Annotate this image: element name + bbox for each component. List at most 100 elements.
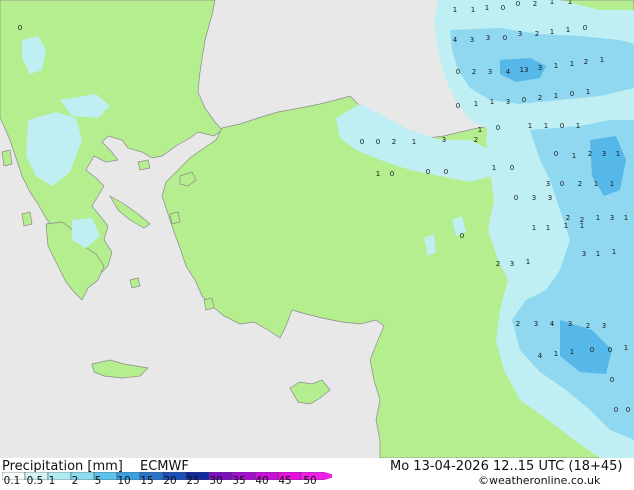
precip-value-label: 2 <box>578 180 582 188</box>
legend-tick-label: 0.1 <box>3 475 21 487</box>
precip-value-label: 2 <box>392 138 396 146</box>
valid-datetime: Mo 13-04-2026 12..15 UTC (18+45) <box>390 459 623 474</box>
precip-value-label: 1 <box>550 28 554 36</box>
precip-value-label: 3 <box>532 194 536 202</box>
precip-value-label: 1 <box>554 62 558 70</box>
precip-value-label: 3 <box>506 98 510 106</box>
precip-value-label: 2 <box>496 260 500 268</box>
precip-value-label: 0 <box>570 90 574 98</box>
precip-value-label: 1 <box>554 350 558 358</box>
precipitation-map: 1 1 1 0 0 2 1 1 4 3 3 0 3 2 1 1 0 0 2 3 4 13 3 1 1 2 1 0 1 1 3 0 2 1 0 1 1 0 1… <box>0 0 634 458</box>
precip-value-label: 1 <box>570 348 574 356</box>
precip-value-label: 4 <box>453 36 458 44</box>
precip-value-label: 1 <box>596 250 600 258</box>
precip-value-label: 1 <box>624 344 628 352</box>
precip-value-label: 1 <box>564 222 568 230</box>
precip-value-label: 4 <box>506 68 511 76</box>
precip-value-label: 13 <box>520 66 529 74</box>
legend-tick-label: 50 <box>303 475 317 487</box>
precip-value-label: 2 <box>516 320 520 328</box>
precip-value-label: 1 <box>526 258 530 266</box>
precip-value-label: 1 <box>554 92 558 100</box>
precip-value-label: 1 <box>616 150 620 158</box>
land-chios <box>169 211 181 225</box>
precip-value-label: 3 <box>538 64 542 72</box>
precip-value-label: 0 <box>444 168 448 176</box>
precip-value-label: 2 <box>586 322 590 330</box>
precip-value-label: 0 <box>614 406 618 414</box>
precip-value-label: 4 <box>538 352 543 360</box>
credit-text: ©weatheronline.co.uk <box>478 474 601 487</box>
precip-value-label: 1 <box>528 122 532 130</box>
precip-value-label: 1 <box>570 60 574 68</box>
precip-value-label: 1 <box>612 248 616 256</box>
precip-value-label: 2 <box>588 150 592 158</box>
precip-value-label: 1 <box>546 224 550 232</box>
legend-tick-label: 5 <box>94 475 102 487</box>
land-corfu <box>1 149 13 167</box>
precip-value-label: 0 <box>560 122 564 130</box>
precip-value-label: 1 <box>471 6 475 14</box>
precip-value-label: 0 <box>18 24 22 32</box>
precip-value-label: 2 <box>472 68 476 76</box>
precip-value-label: 0 <box>522 96 526 104</box>
precip-value-label: 1 <box>490 98 494 106</box>
precip-value-label: 3 <box>602 322 606 330</box>
precip-value-label: 3 <box>546 180 550 188</box>
precip-value-label: 0 <box>376 138 380 146</box>
precip-value-label: 3 <box>486 34 490 42</box>
precip-value-label: 0 <box>560 180 564 188</box>
legend-tick-label: 15 <box>140 475 154 487</box>
land-kefalonia <box>21 211 33 227</box>
precip-value-label: 1 <box>550 0 554 6</box>
precip-value-label: 0 <box>626 406 630 414</box>
precip-value-label: 1 <box>474 100 478 108</box>
precip-value-label: 3 <box>510 260 514 268</box>
precip-value-label: 3 <box>534 320 538 328</box>
land-rhodes <box>203 297 215 311</box>
precip-value-label: 0 <box>514 194 518 202</box>
land-lemnos <box>137 159 151 171</box>
precip-value-label: 1 <box>544 122 548 130</box>
legend-overflow-arrow <box>324 472 332 480</box>
precip-value-label: 0 <box>510 164 514 172</box>
precip-value-label: 1 <box>478 126 482 134</box>
precip-value-label: 1 <box>412 138 416 146</box>
precip-value-label: 1 <box>566 26 570 34</box>
precip-value-label: 0 <box>456 68 460 76</box>
precip-value-label: 0 <box>590 346 594 354</box>
precip-value-label: 3 <box>470 36 474 44</box>
legend-tick-label: 2 <box>71 475 79 487</box>
precip-value-label: 0 <box>610 376 614 384</box>
legend-footer: Precipitation [mm] ECMWF Mo 13-04-2026 1… <box>0 458 634 490</box>
precip-value-label: 2 <box>533 0 537 8</box>
precip-value-label: 3 <box>582 250 586 258</box>
precip-value-label: 3 <box>602 150 606 158</box>
precip-value-label: 3 <box>488 68 492 76</box>
legend-tick-label: 40 <box>255 475 269 487</box>
precip-value-label: 2 <box>538 94 542 102</box>
precip-value-label: 0 <box>460 232 464 240</box>
precip-value-label: 1 <box>532 224 536 232</box>
precip-value-label: 0 <box>456 102 460 110</box>
precip-value-label: 1 <box>376 170 380 178</box>
precip-value-label: 2 <box>474 136 478 144</box>
precip-value-label: 1 <box>580 222 584 230</box>
precip-value-label: 0 <box>516 0 520 8</box>
precip-value-label: 3 <box>610 214 614 222</box>
legend-tick-label: 10 <box>117 475 131 487</box>
precip-value-label: 3 <box>548 194 552 202</box>
precip-value-label: 0 <box>503 34 507 42</box>
precip-value-label: 1 <box>594 180 598 188</box>
precip-value-label: 2 <box>584 58 588 66</box>
precip-value-label: 1 <box>586 88 590 96</box>
precip-value-label: 1 <box>568 0 572 6</box>
land-naxos <box>129 277 141 289</box>
legend-tick-label: 35 <box>232 475 246 487</box>
precip-value-label: 1 <box>600 56 604 64</box>
precip-value-label: 4 <box>550 320 555 328</box>
precip-value-label: 0 <box>608 346 612 354</box>
precip-value-label: 0 <box>501 4 505 12</box>
legend-tick-label: 45 <box>278 475 292 487</box>
precip-value-label: 0 <box>426 168 430 176</box>
